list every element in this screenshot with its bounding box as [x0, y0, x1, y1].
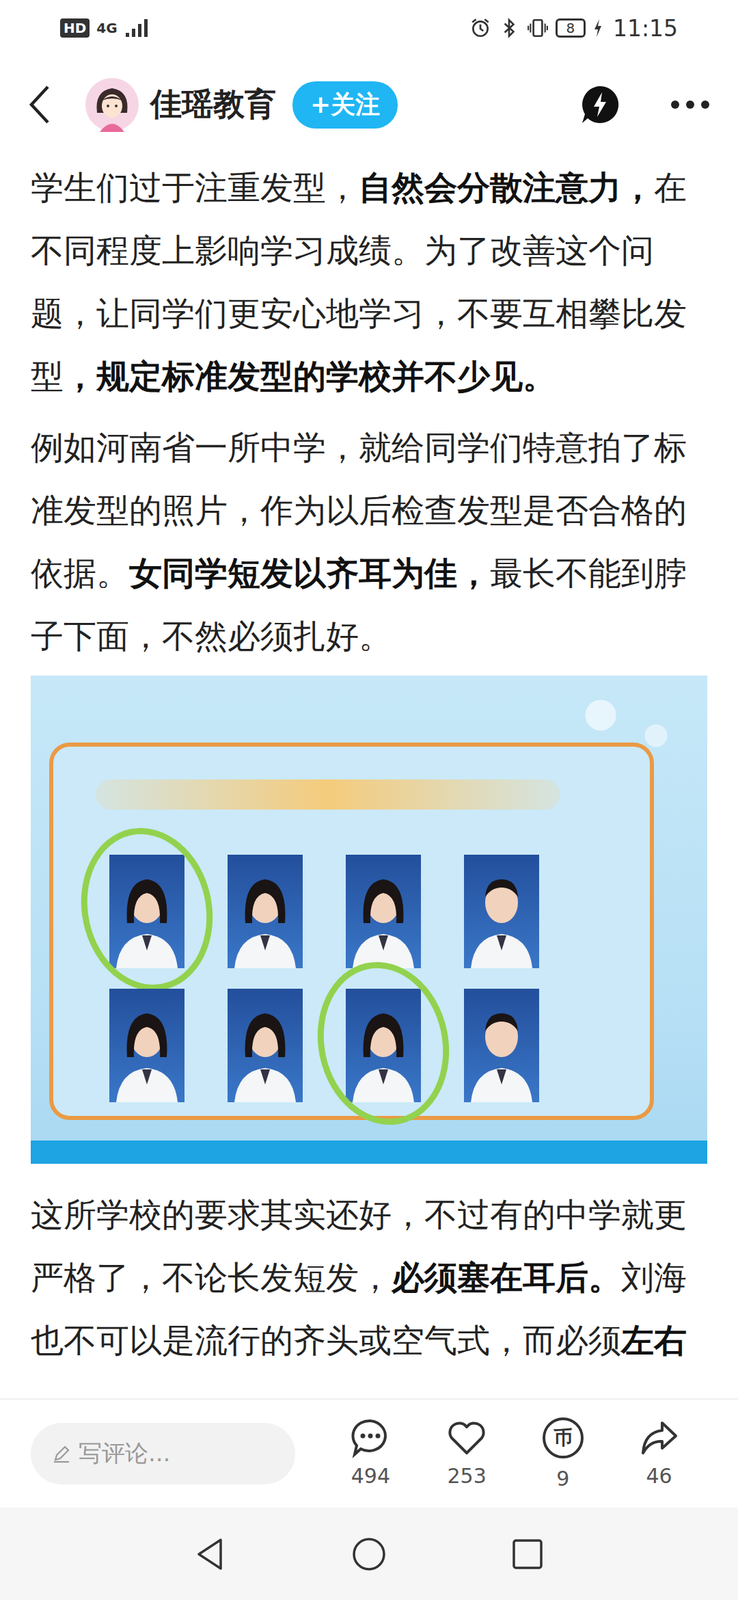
text-segment: 左右	[621, 1320, 687, 1359]
home-circle-icon[interactable]	[350, 1534, 388, 1572]
signal-icon	[124, 17, 152, 39]
text-segment: 学生们过于注重发型，	[30, 168, 359, 207]
status-bar: HD 4G 8 11:15	[0, 0, 738, 57]
account-avatar-icon[interactable]	[84, 77, 140, 132]
student-photo-icon	[463, 988, 540, 1102]
charging-icon	[592, 17, 604, 39]
green-circle-annotation	[66, 815, 228, 1003]
phone-screen: HD 4G 8 11:15 佳瑶教育 +关注学生们过于注重发型，自然会分散注意力，在不同程…	[0, 0, 738, 1599]
hairstyle-photo	[109, 854, 185, 968]
action-count: 494	[351, 1463, 391, 1487]
article-body: 学生们过于注重发型，自然会分散注意力，在不同程度上影响学习成绩。为了改善这个问题…	[0, 153, 738, 1398]
clock: 11:15	[612, 15, 678, 42]
article-header: 佳瑶教育 +关注	[0, 56, 738, 154]
comment-icon	[349, 1416, 391, 1458]
text-segment: 自然会分散注意力，	[358, 168, 654, 207]
hairstyle-photo	[463, 988, 540, 1102]
article-paragraph: 这所学校的要求其实还好，不过有的中学就更严格了，不论长发短发，必须塞在耳后。刘海…	[30, 1182, 708, 1371]
hairstyle-photo	[345, 988, 421, 1102]
hairstyle-photo	[345, 854, 421, 968]
student-photo-icon	[345, 988, 421, 1102]
account-name[interactable]: 佳瑶教育	[150, 83, 277, 126]
student-photo-icon	[227, 854, 303, 968]
student-photo-icon	[109, 988, 185, 1102]
vibrate-icon	[526, 17, 549, 39]
hairstyle-photo	[227, 854, 303, 968]
pencil-icon	[51, 1442, 72, 1464]
heart-icon	[446, 1416, 488, 1458]
alarm-icon	[469, 17, 492, 39]
text-segment: ，规定标准发型的学校并不少见。	[63, 356, 556, 395]
hairstyle-photo	[109, 988, 185, 1102]
share-icon	[638, 1416, 680, 1458]
share-button[interactable]: 46	[610, 1416, 708, 1490]
student-photo-icon	[109, 854, 185, 968]
coin-button[interactable]: 币9	[515, 1416, 612, 1490]
hairstyle-photo	[463, 854, 540, 968]
hd-badge: HD	[60, 18, 90, 38]
back-triangle-icon[interactable]	[192, 1534, 229, 1572]
student-photo-icon	[227, 988, 303, 1102]
more-options-icon[interactable]	[669, 97, 711, 112]
student-photo-icon	[345, 854, 421, 968]
student-photo-icon	[463, 854, 540, 968]
poster-bottom-stripe	[30, 1139, 708, 1164]
coin-icon: 币	[542, 1416, 584, 1458]
bluetooth-icon	[498, 17, 521, 39]
poster-frame	[49, 742, 654, 1120]
action-bar: 写评论...494253币946	[0, 1397, 738, 1507]
action-count: 253	[446, 1463, 486, 1487]
network-type: 4G	[96, 19, 117, 37]
battery-indicator: 8	[555, 18, 586, 38]
text-segment: 必须塞在耳后。	[391, 1257, 622, 1296]
green-circle-annotation	[302, 949, 464, 1137]
article-image[interactable]	[30, 675, 708, 1164]
comment-button[interactable]: 494	[322, 1416, 419, 1490]
recents-square-icon[interactable]	[509, 1534, 546, 1572]
action-count: 9	[556, 1465, 570, 1490]
back-arrow-icon[interactable]	[25, 84, 54, 126]
follow-button[interactable]: +关注	[292, 81, 398, 129]
text-segment: 女同学短发以齐耳为佳，	[129, 553, 490, 592]
lightning-icon[interactable]	[579, 84, 621, 126]
comment-input[interactable]: 写评论...	[30, 1422, 296, 1484]
article-paragraph: 例如河南省一所中学，就给同学们特意拍了标准发型的照片，作为以后检查发型是否合格的…	[30, 415, 708, 667]
system-navigation-bar	[0, 1506, 738, 1599]
like-button[interactable]: 253	[418, 1416, 516, 1490]
hairstyle-photo	[227, 988, 303, 1102]
article-paragraph: 学生们过于注重发型，自然会分散注意力，在不同程度上影响学习成绩。为了改善这个问题…	[30, 155, 708, 408]
action-count: 46	[646, 1463, 673, 1487]
poster-title-band	[95, 779, 561, 810]
